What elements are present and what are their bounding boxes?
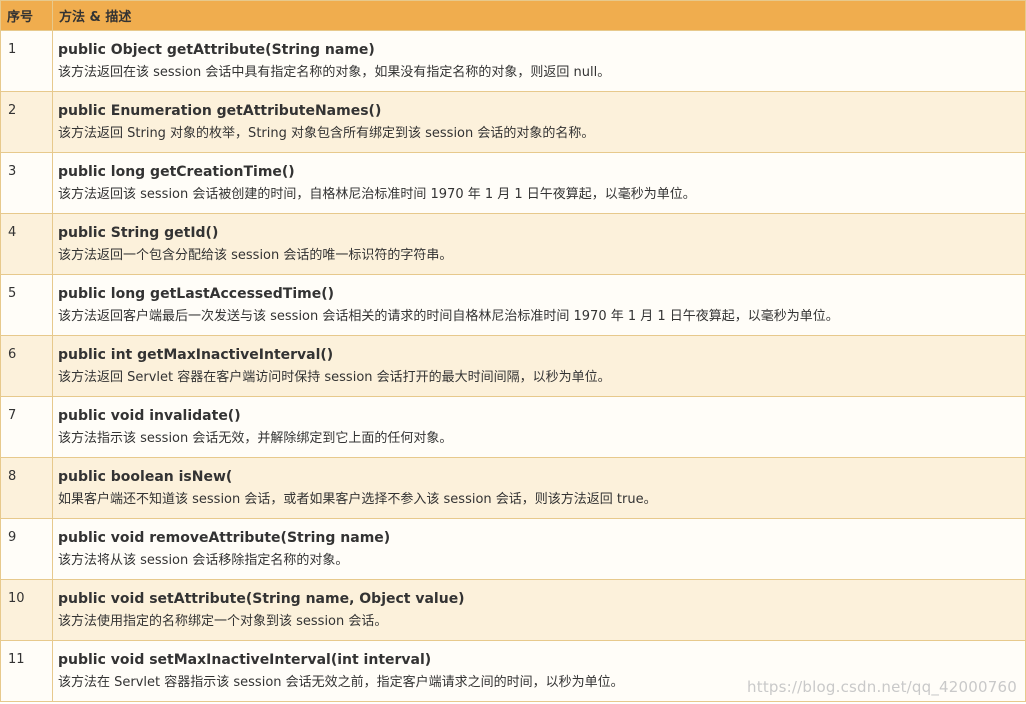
- method-signature: public void setMaxInactiveInterval(int i…: [58, 652, 432, 668]
- method-description: 该方法将从该 session 会话移除指定名称的对象。: [58, 553, 349, 568]
- table-row: 5 public long getLastAccessedTime() 该方法返回客…: [0, 274, 1026, 336]
- row-number: 8: [0, 457, 53, 519]
- method-cell: public boolean isNew( 如果客户端还不知道该 session …: [52, 457, 1026, 519]
- method-description: 该方法返回一个包含分配给该 session 会话的唯一标识符的字符串。: [58, 248, 453, 263]
- table-row: 4 public String getId() 该方法返回一个包含分配给该 sess…: [0, 213, 1026, 275]
- method-description: 该方法返回客户端最后一次发送与该 session 会话相关的请求的时间自格林尼治…: [58, 309, 839, 324]
- column-header-number: 序号: [0, 0, 53, 31]
- method-signature: public long getCreationTime(): [58, 164, 295, 180]
- method-signature: public Enumeration getAttributeNames(): [58, 103, 382, 119]
- method-description: 该方法使用指定的名称绑定一个对象到该 session 会话。: [58, 614, 388, 629]
- table-row: 1 public Object getAttribute(String name)…: [0, 30, 1026, 92]
- table-row: 3 public long getCreationTime() 该方法返回该 ses…: [0, 152, 1026, 214]
- method-cell: public void invalidate() 该方法指示该 session 会…: [52, 396, 1026, 458]
- method-signature: public String getId(): [58, 225, 219, 241]
- method-description: 该方法返回在该 session 会话中具有指定名称的对象，如果没有指定名称的对象…: [58, 65, 611, 80]
- table-row: 2 public Enumeration getAttributeNames() 该…: [0, 91, 1026, 153]
- method-description: 如果客户端还不知道该 session 会话，或者如果客户选择不参入该 sessi…: [58, 492, 657, 507]
- table-row: 9 public void removeAttribute(String name…: [0, 518, 1026, 580]
- row-number: 7: [0, 396, 53, 458]
- method-cell: public Enumeration getAttributeNames() 该方…: [52, 91, 1026, 153]
- method-cell: public void setAttribute(String name, Ob…: [52, 579, 1026, 641]
- row-number: 9: [0, 518, 53, 580]
- method-description: 该方法返回 Servlet 容器在客户端访问时保持 session 会话打开的最…: [58, 370, 611, 385]
- table-header-row: 序号 方法 & 描述: [0, 0, 1026, 31]
- table-row: 8 public boolean isNew( 如果客户端还不知道该 session…: [0, 457, 1026, 519]
- table-row: 7 public void invalidate() 该方法指示该 session …: [0, 396, 1026, 458]
- method-cell: public int getMaxInactiveInterval() 该方法返回…: [52, 335, 1026, 397]
- method-cell: public String getId() 该方法返回一个包含分配给该 sessi…: [52, 213, 1026, 275]
- method-description: 该方法返回 String 对象的枚举，String 对象包含所有绑定到该 ses…: [58, 126, 595, 141]
- method-cell: public void removeAttribute(String name)…: [52, 518, 1026, 580]
- method-cell: public long getLastAccessedTime() 该方法返回客户…: [52, 274, 1026, 336]
- table-row: 10 public void setAttribute(String name, …: [0, 579, 1026, 641]
- row-number: 1: [0, 30, 53, 92]
- column-header-description: 方法 & 描述: [52, 0, 1026, 31]
- method-signature: public Object getAttribute(String name): [58, 42, 375, 58]
- row-number: 11: [0, 640, 53, 702]
- method-signature: public void setAttribute(String name, Ob…: [58, 591, 465, 607]
- method-cell: public long getCreationTime() 该方法返回该 sess…: [52, 152, 1026, 214]
- row-number: 4: [0, 213, 53, 275]
- watermark-text: https://blog.csdn.net/qq_42000760: [747, 678, 1017, 696]
- row-number: 10: [0, 579, 53, 641]
- method-description: 该方法指示该 session 会话无效，并解除绑定到它上面的任何对象。: [58, 431, 453, 446]
- table-row: 6 public int getMaxInactiveInterval() 该方法返…: [0, 335, 1026, 397]
- row-number: 3: [0, 152, 53, 214]
- row-number: 2: [0, 91, 53, 153]
- method-signature: public int getMaxInactiveInterval(): [58, 347, 334, 363]
- method-signature: public boolean isNew(: [58, 469, 233, 485]
- methods-table: 序号 方法 & 描述 1 public Object getAttribute(S…: [0, 0, 1026, 702]
- method-signature: public long getLastAccessedTime(): [58, 286, 335, 302]
- method-cell: public Object getAttribute(String name) 该…: [52, 30, 1026, 92]
- row-number: 5: [0, 274, 53, 336]
- method-signature: public void removeAttribute(String name): [58, 530, 391, 546]
- method-description: 该方法返回该 session 会话被创建的时间，自格林尼治标准时间 1970 年…: [58, 187, 696, 202]
- row-number: 6: [0, 335, 53, 397]
- method-signature: public void invalidate(): [58, 408, 241, 424]
